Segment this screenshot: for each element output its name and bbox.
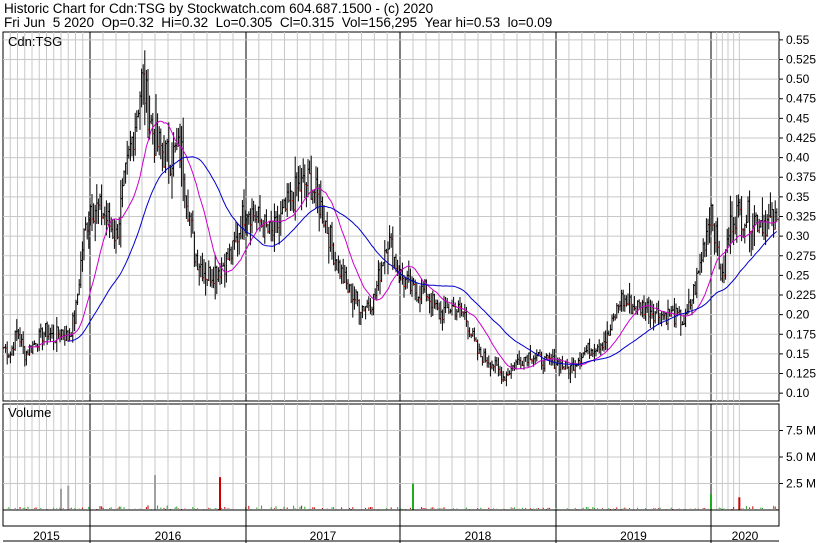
year-label: 2019 [620, 529, 647, 543]
year-label: 2016 [155, 529, 182, 543]
price-tick-label: 0.40 [786, 151, 810, 165]
volume-spike [154, 475, 156, 510]
volume-spike [219, 477, 221, 510]
price-axis: 0.10 0.125 0.15 0.175 0.20 0.225 0.25 0.275 0.30… [779, 33, 816, 400]
volume-tick-label: 2.5 M [786, 477, 816, 491]
volume-spike [412, 483, 414, 510]
chart-header-line1: Historic Chart for Cdn:TSG by Stockwatch… [4, 1, 433, 16]
volume-spike [710, 494, 712, 510]
price-tick-label: 0.55 [786, 33, 810, 47]
year-label: 2017 [310, 529, 337, 543]
volume-tick-label: 7.5 M [786, 424, 816, 438]
price-tick-label: 0.50 [786, 72, 810, 86]
price-panel-title: Cdn:TSG [8, 34, 62, 49]
chart-header-line2: Fri Jun 5 2020 Op=0.32 Hi=0.32 Lo=0.305 … [4, 15, 552, 30]
volume-spike [67, 485, 70, 510]
price-tick-label: 0.375 [786, 170, 816, 184]
price-tick-label: 0.30 [786, 229, 810, 243]
price-tick-label: 0.35 [786, 190, 810, 204]
year-label: 2015 [33, 529, 60, 543]
price-tick-label: 0.45 [786, 111, 810, 125]
price-tick-label: 0.15 [786, 347, 810, 361]
price-tick-label: 0.175 [786, 327, 816, 341]
volume-tick-label: 5.0 M [786, 450, 816, 464]
price-tick-label: 0.25 [786, 268, 810, 282]
year-label: 2020 [732, 529, 759, 543]
price-tick-label: 0.525 [786, 52, 816, 66]
stock-chart: Historic Chart for Cdn:TSG by Stockwatch… [2, 1, 816, 543]
volume-axis: 2.5 M 5.0 M 7.5 M [779, 424, 816, 491]
price-tick-label: 0.425 [786, 131, 816, 145]
year-label: 2018 [465, 529, 492, 543]
price-tick-label: 0.325 [786, 210, 816, 224]
price-tick-label: 0.225 [786, 288, 816, 302]
volume-spike [60, 488, 62, 510]
price-tick-label: 0.275 [786, 249, 816, 263]
price-tick-label: 0.10 [786, 386, 810, 400]
price-tick-label: 0.475 [786, 92, 816, 106]
price-tick-label: 0.125 [786, 367, 816, 381]
volume-panel-title: Volume [8, 405, 51, 420]
price-tick-label: 0.20 [786, 308, 810, 322]
year-strip [2, 509, 780, 527]
volume-spike [738, 497, 741, 510]
